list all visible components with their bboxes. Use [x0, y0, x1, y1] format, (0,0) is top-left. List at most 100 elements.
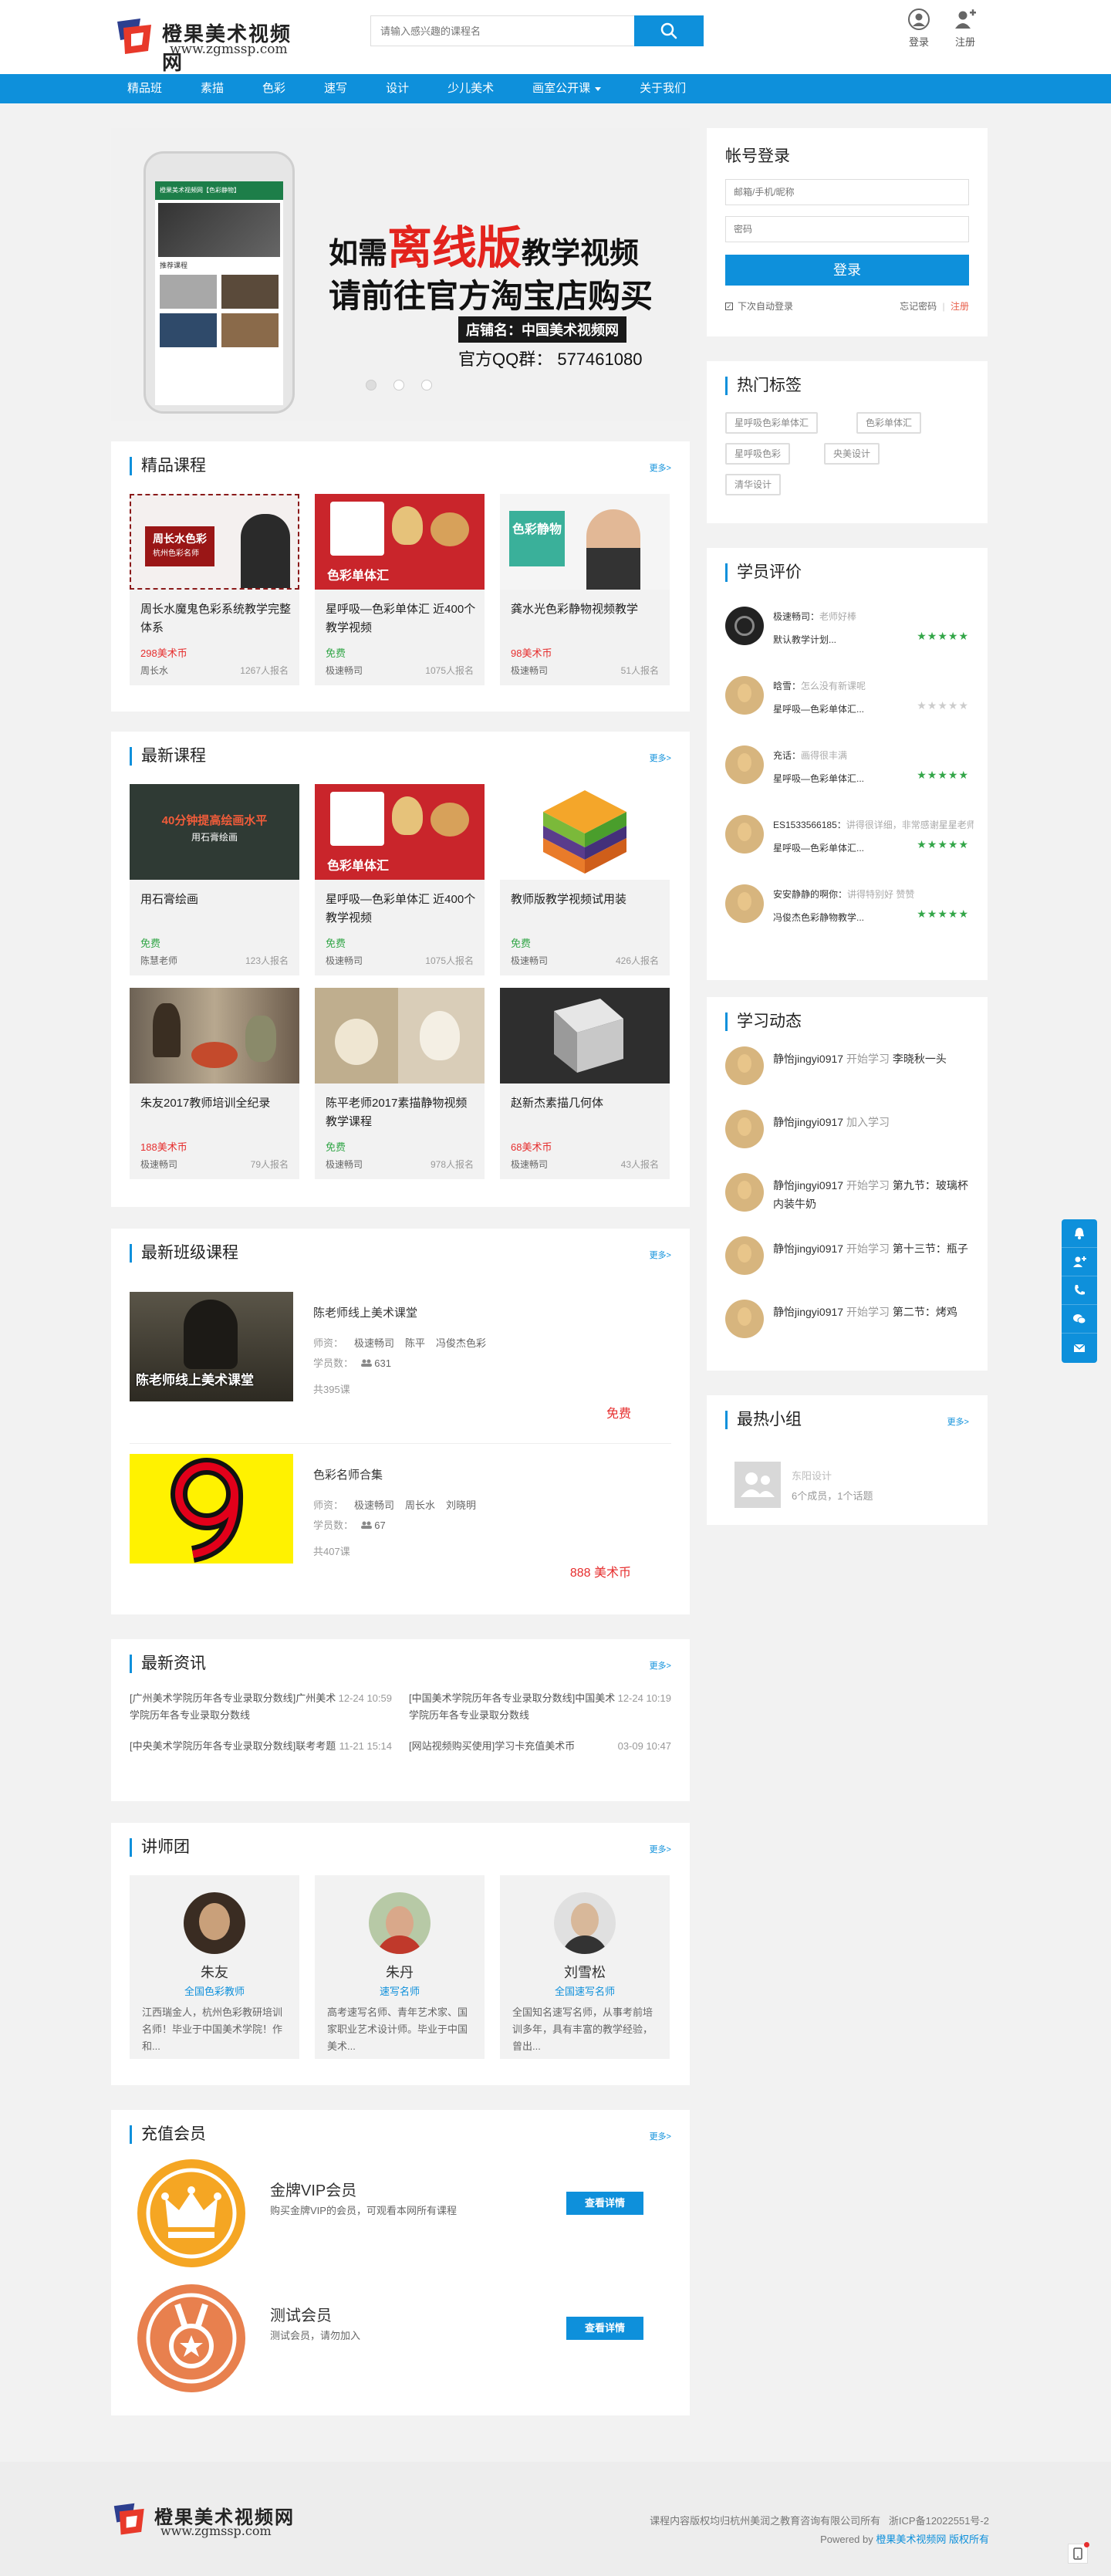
hero-banner[interactable]: 橙果美术视频网【色彩静物】 推荐课程 如需离线版教学视频 请前往官方淘宝店购买 … [111, 128, 690, 421]
course-students: 1075人报名 [425, 665, 474, 676]
course-card[interactable]: 朱友2017教师培训全纪录 188美术币 极速畅司 79人报名 [130, 988, 299, 1179]
vip-details-button[interactable]: 查看详情 [566, 2192, 643, 2215]
course-card[interactable]: 色彩单体汇 星呼吸—色彩单体汇 近400个教学视频 免费 极速畅司 1075人报… [315, 784, 485, 975]
nav-item-dropdown[interactable]: 画室公开课 [513, 74, 620, 103]
course-card[interactable]: 赵新杰素描几何体 68美术币 极速畅司 43人报名 [500, 988, 670, 1179]
tag-chip[interactable]: 星呼吸色彩单体汇 [725, 412, 819, 434]
footer-logo[interactable]: 橙果美术视频网 www.zgmssp.com [111, 2499, 296, 2545]
search-button[interactable] [634, 15, 704, 46]
more-link[interactable]: 更多> [650, 2130, 671, 2142]
course-price: 免费 [511, 938, 532, 949]
teacher-name[interactable]: 极速畅司 [354, 1337, 394, 1349]
course-card[interactable]: 40分钟提高绘画水平 用石膏绘画 用石膏绘画 免费 陈慧老师 123人报名 [130, 784, 299, 975]
more-link[interactable]: 更多> [947, 1415, 969, 1428]
class-thumbnail[interactable] [130, 1454, 293, 1564]
activity-user[interactable]: 静怡jingyi0917 [773, 1116, 843, 1128]
toolbar-button[interactable] [1062, 1248, 1097, 1276]
course-card[interactable]: 色彩静物 龚水光色彩静物视频教学 98美术币 极速畅司 51人报名 [500, 494, 670, 685]
course-card[interactable]: 色彩单体汇 星呼吸—色彩单体汇 近400个教学视频 免费 极速畅司 1075人报… [315, 494, 485, 685]
nav-item[interactable]: 设计 [366, 74, 428, 103]
geometric-solid-icon [554, 999, 623, 1073]
activity-item[interactable]: 静怡jingyi0917 开始学习 第二节：烤鸡 [725, 1300, 969, 1346]
course-card[interactable]: 教师版教学视频试用装 免费 极速畅司 426人报名 [500, 784, 670, 975]
course-price: 298美术币 [140, 647, 187, 659]
nav-item[interactable]: 速写 [305, 74, 366, 103]
carousel-dot[interactable] [393, 380, 404, 390]
tag-chip[interactable]: 星呼吸色彩 [725, 443, 791, 465]
class-title[interactable]: 色彩名师合集 [313, 1466, 383, 1482]
review-item[interactable]: 安安静静的啊你：讲得特别好 赞赞 冯俊杰色彩静物教学... ★★★★★ [725, 884, 969, 946]
course-card[interactable]: 陈平老师2017素描静物视频教学课程 免费 极速畅司 978人报名 [315, 988, 485, 1179]
toolbar-button[interactable] [1062, 1305, 1097, 1334]
search-input[interactable] [371, 16, 633, 46]
more-link[interactable]: 更多> [650, 1249, 671, 1261]
tag-chip[interactable]: 清华设计 [725, 474, 782, 495]
toolbar-button[interactable] [1062, 1334, 1097, 1362]
activity-item[interactable]: 静怡jingyi0917 开始学习 第九节：玻璃杯内装牛奶 [725, 1173, 969, 1219]
teacher-name[interactable]: 陈平 [405, 1337, 425, 1349]
nav-item[interactable]: 色彩 [243, 74, 305, 103]
password-input[interactable] [725, 216, 969, 242]
nav-item[interactable]: 素描 [181, 74, 243, 103]
tag-chip[interactable]: 央美设计 [824, 443, 880, 465]
register-link[interactable]: 注册 [946, 8, 984, 49]
more-link[interactable]: 更多> [650, 461, 671, 474]
nav-item[interactable]: 关于我们 [620, 74, 705, 103]
login-link[interactable]: 登录 [900, 8, 938, 49]
review-item[interactable]: 晗雪：怎么没有新课呢 星呼吸—色彩单体汇... ★★★★★ [725, 676, 969, 738]
users-icon [360, 1521, 372, 1529]
group-name[interactable]: 东阳设计 [792, 1468, 832, 1482]
tag-chip[interactable]: 色彩单体汇 [856, 412, 922, 434]
teacher-name[interactable]: 周长水 [405, 1499, 435, 1511]
register-link[interactable]: 注册 [951, 301, 969, 312]
activity-user[interactable]: 静怡jingyi0917 [773, 1053, 843, 1065]
activity-item[interactable]: 静怡jingyi0917 开始学习 李晓秋一头 [725, 1046, 969, 1093]
site-logo[interactable]: 橙果美术视频网 www.zgmssp.com [114, 11, 299, 75]
group-avatar[interactable] [734, 1462, 781, 1508]
activity-target[interactable]: 第十三节：瓶子 [893, 1242, 968, 1255]
powered-by-link[interactable]: 橙果美术视频网 版权所有 [876, 2534, 989, 2545]
news-item[interactable]: [中国美术学院历年各专业录取分数线]中国美术学院历年各专业录取分数线 12-24 … [409, 1690, 671, 1724]
login-label: 登录 [908, 36, 929, 48]
forgot-password-link[interactable]: 忘记密码 [900, 301, 937, 312]
toolbar-button[interactable] [1062, 1276, 1097, 1305]
activity-item[interactable]: 静怡jingyi0917 加入学习 [725, 1110, 969, 1156]
news-item[interactable]: [网站视频购买使用]学习卡充值美术币 03-09 10:47 [409, 1738, 671, 1755]
checkbox-checked-icon[interactable]: ✓ [725, 302, 733, 310]
username-input[interactable] [725, 179, 969, 205]
teacher-name[interactable]: 极速畅司 [354, 1499, 394, 1511]
vip-details-button[interactable]: 查看详情 [566, 2317, 643, 2340]
teacher-name[interactable]: 冯俊杰色彩 [436, 1337, 486, 1349]
news-item[interactable]: [广州美术学院历年各专业录取分数线]广州美术学院历年各专业录取分数线 12-24 … [130, 1690, 392, 1724]
teacher-card[interactable]: 刘雪松 全国速写名师 全国知名速写名师，从事考前培训多年，具有丰富的教学经验，曾… [500, 1875, 670, 2059]
review-item[interactable]: 极速畅司：老师好棒 默认教学计划... ★★★★★ [725, 607, 969, 668]
course-card[interactable]: 周长水色彩 杭州色彩名师 周长水魔鬼色彩系统教学完整体系 298美术币 周长水 … [130, 494, 299, 685]
activity-user[interactable]: 静怡jingyi0917 [773, 1242, 843, 1255]
activity-user[interactable]: 静怡jingyi0917 [773, 1306, 843, 1318]
nav-item[interactable]: 少儿美术 [428, 74, 513, 103]
login-button[interactable]: 登录 [725, 255, 969, 286]
nav-item[interactable]: 精品班 [108, 74, 181, 103]
carousel-dot[interactable] [421, 380, 432, 390]
more-link[interactable]: 更多> [650, 752, 671, 764]
toolbar-button[interactable] [1062, 1219, 1097, 1248]
news-item[interactable]: [中央美术学院历年各专业录取分数线]联考考题 11-21 15:14 [130, 1738, 392, 1755]
carousel-dot[interactable] [366, 380, 377, 390]
remember-me[interactable]: ✓ 下次自动登录 [725, 299, 793, 313]
icp-number[interactable]: 浙ICP备12022551号-2 [889, 2515, 989, 2527]
activity-target[interactable]: 李晓秋一头 [893, 1053, 947, 1065]
teacher-name[interactable]: 刘晓明 [446, 1499, 476, 1511]
review-item[interactable]: ES1533566185：讲得很详细，非常感谢星星老师！ 星呼吸—色彩单体汇..… [725, 815, 974, 877]
activity-item[interactable]: 静怡jingyi0917 开始学习 第十三节：瓶子 [725, 1236, 969, 1283]
class-title[interactable]: 陈老师线上美术课堂 [313, 1304, 417, 1320]
activity-target[interactable]: 第二节：烤鸡 [893, 1306, 957, 1318]
class-thumbnail[interactable]: 陈老师线上美术课堂 [130, 1292, 293, 1401]
course-author: 极速畅司 [511, 1159, 549, 1170]
mobile-qr-button[interactable] [1068, 2542, 1089, 2564]
more-link[interactable]: 更多> [650, 1659, 671, 1672]
teacher-card[interactable]: 朱友 全国色彩教师 江西瑞金人，杭州色彩教研培训名师！毕业于中国美术学院！作和.… [130, 1875, 299, 2059]
more-link[interactable]: 更多> [650, 1843, 671, 1855]
activity-user[interactable]: 静怡jingyi0917 [773, 1179, 843, 1192]
review-item[interactable]: 充话：画得很丰满 星呼吸—色彩单体汇... ★★★★★ [725, 745, 969, 807]
teacher-card[interactable]: 朱丹 速写名师 高考速写名师、青年艺术家、国家职业艺术设计师。毕业于中国美术..… [315, 1875, 485, 2059]
